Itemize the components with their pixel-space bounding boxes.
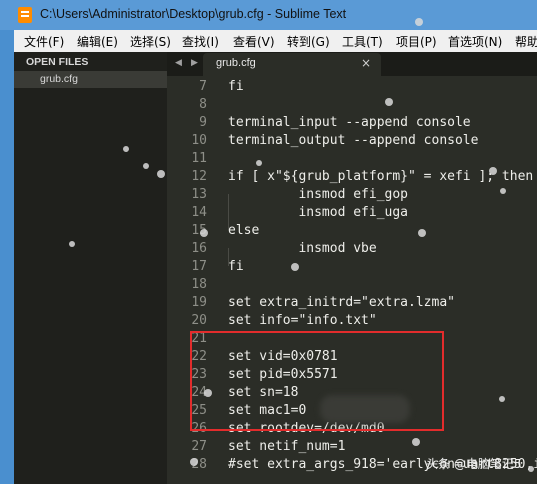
code-line[interactable]: 15 else (167, 223, 537, 241)
line-number: 14 (191, 205, 207, 220)
code-line[interactable]: 9 terminal_input --append console (167, 115, 537, 133)
menu-tools[interactable]: 工具(T) (342, 33, 383, 50)
bokeh-dot (500, 188, 506, 194)
line-code: fi (228, 259, 244, 274)
line-number: 11 (191, 151, 207, 166)
tab-scroll-right-icon[interactable]: ▶ (191, 58, 198, 68)
code-line[interactable]: 8 (167, 97, 537, 115)
line-code: insmod efi_gop (228, 187, 409, 202)
line-number: 12 (191, 169, 207, 184)
title-bar: C:\Users\Administrator\Desktop\grub.cfg … (0, 0, 537, 31)
line-code: fi (228, 79, 244, 94)
line-number: 20 (191, 313, 207, 328)
bokeh-dot (256, 160, 262, 166)
menu-help[interactable]: 帮助 (515, 33, 537, 50)
code-line[interactable]: 12 if [ x"${grub_platform}" = xefi ]; the… (167, 169, 537, 187)
bokeh-dot (499, 396, 505, 402)
code-line[interactable]: 14 insmod efi_uga (167, 205, 537, 223)
line-number: 16 (191, 241, 207, 256)
line-code: set info="info.txt" (228, 313, 377, 328)
tab-label: grub.cfg (216, 57, 256, 69)
line-number: 13 (191, 187, 207, 202)
line-code: else (228, 223, 260, 238)
code-line[interactable]: 16 insmod vbe (167, 241, 537, 259)
sidebar-file-grub-cfg[interactable]: grub.cfg (14, 71, 167, 88)
line-code: if [ x"${grub_platform}" = xefi ]; then (228, 169, 534, 184)
bokeh-dot (415, 18, 423, 26)
menu-file[interactable]: 文件(F) (24, 33, 64, 50)
bokeh-dot (412, 438, 420, 446)
menu-edit[interactable]: 编辑(E) (77, 33, 118, 50)
tab-bar: ◀ ▶ grub.cfg × (167, 52, 537, 76)
line-number: 7 (199, 79, 207, 94)
menu-bar: 文件(F) 编辑(E) 选择(S) 查找(I) 查看(V) 转到(G) 工具(T… (14, 30, 537, 53)
bokeh-dot (385, 98, 393, 106)
line-number: 28 (191, 457, 207, 472)
bokeh-dot (190, 458, 198, 466)
code-line[interactable]: 7 fi (167, 79, 537, 97)
line-number: 18 (191, 277, 207, 292)
line-code: terminal_output --append console (228, 133, 479, 148)
menu-find[interactable]: 查找(I) (182, 33, 219, 50)
menu-preferences[interactable]: 首选项(N) (448, 33, 502, 50)
line-number: 27 (191, 439, 207, 454)
window-title: C:\Users\Administrator\Desktop\grub.cfg … (40, 7, 347, 21)
line-code: terminal_input --append console (228, 115, 471, 130)
bokeh-dot (528, 466, 534, 472)
bokeh-dot (200, 229, 208, 237)
bokeh-dot (157, 170, 165, 178)
menu-view[interactable]: 查看(V) (233, 33, 275, 50)
line-code: set netif_num=1 (228, 439, 346, 454)
menu-project[interactable]: 项目(P) (396, 33, 437, 50)
line-code: insmod efi_uga (228, 205, 409, 220)
line-number: 17 (191, 259, 207, 274)
bokeh-dot (123, 146, 129, 152)
menu-goto[interactable]: 转到(G) (287, 33, 330, 50)
code-line[interactable]: 10 terminal_output --append console (167, 133, 537, 151)
code-line[interactable]: 13 insmod efi_gop (167, 187, 537, 205)
code-line[interactable]: 18 (167, 277, 537, 295)
tab-grub-cfg[interactable]: grub.cfg × (203, 53, 381, 76)
line-number: 8 (199, 97, 207, 112)
bokeh-dot (204, 389, 212, 397)
bokeh-dot (143, 163, 149, 169)
bokeh-dot (489, 167, 497, 175)
bokeh-dot (291, 263, 299, 271)
line-number: 19 (191, 295, 207, 310)
line-code: insmod vbe (228, 241, 377, 256)
highlight-box (190, 331, 444, 431)
code-line[interactable]: 17 fi (167, 259, 537, 277)
open-files-header: OPEN FILES (26, 56, 89, 68)
desktop-strip (0, 30, 14, 484)
tab-close-icon[interactable]: × (361, 56, 371, 70)
line-code: set extra_initrd="extra.lzma" (228, 295, 455, 310)
line-number: 10 (191, 133, 207, 148)
sidebar: OPEN FILES grub.cfg (14, 52, 167, 484)
watermark: 头条 @电脑笔记5 (426, 457, 522, 471)
code-line[interactable]: 20 set info="info.txt" (167, 313, 537, 331)
sidebar-file-label: grub.cfg (40, 73, 78, 85)
menu-selection[interactable]: 选择(S) (130, 33, 171, 50)
code-line[interactable]: 11 (167, 151, 537, 169)
sublime-app-icon (18, 7, 32, 23)
bokeh-dot (418, 229, 426, 237)
tab-scroll-left-icon[interactable]: ◀ (175, 58, 182, 68)
bokeh-dot (69, 241, 75, 247)
code-line[interactable]: 19 set extra_initrd="extra.lzma" (167, 295, 537, 313)
line-number: 9 (199, 115, 207, 130)
